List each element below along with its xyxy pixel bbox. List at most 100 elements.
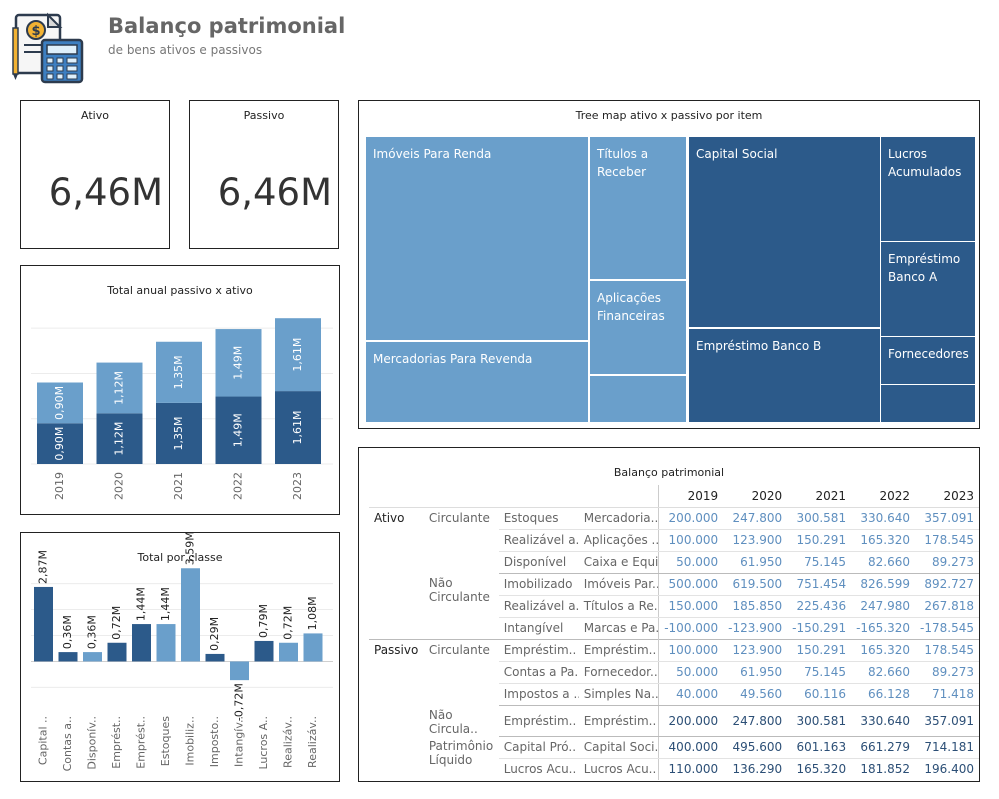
detail-label: Empréstim.. [578,638,660,662]
table-header-row: 2019 2020 2021 2022 2023 [369,485,979,508]
value-cell: 150.000 [658,595,724,618]
treemap-tile[interactable] [880,384,976,423]
kpi-card-passivo[interactable]: Passivo 6,46M [189,100,339,249]
value-cell: 165.320 [851,529,916,552]
value-cell: 619.500 [723,573,788,596]
balance-table: 2019 2020 2021 2022 2023 Ativo Circulante Estoq… [369,485,979,780]
item-label: Estoques [498,507,579,530]
x-tick-label: Intangív.. [233,716,246,767]
balance-table-title: Balanço patrimonial [613,466,725,479]
kpi-value-ativo: 6,46M [48,171,163,214]
treemap-tile-label: Mercadorias Para Revenda [373,352,533,366]
value-cell: 150.291 [787,529,852,552]
treemap-tile[interactable]: Empréstimo Banco A [880,241,976,337]
bar-data-label: -0,72M [233,683,246,721]
bar-data-label: 1,49M [232,413,245,447]
value-cell: 71.418 [915,683,979,706]
year-column-header[interactable]: 2022 [851,485,916,508]
value-cell: 267.818 [915,595,979,618]
treemap-tile[interactable]: Aplicações Financeiras [589,280,687,375]
value-cell: 247.980 [851,595,916,618]
treemap-tile[interactable]: Capital Social [688,136,881,328]
value-cell: 40.000 [658,683,724,706]
bar-data-label: 1,08M [306,596,319,630]
kpi-label-ativo: Ativo [81,109,109,122]
bar [83,652,102,662]
value-cell: 185.850 [723,595,788,618]
value-cell: 181.852 [860,762,911,777]
annual-chart: 0,90M 0,90M 2019 1,12M 1,12M 2020 1,35M 1,35M 20… [31,318,333,500]
item-label: Imobilizado [498,573,579,596]
detail-label: Imóveis Par.. [578,573,660,596]
x-tick-label: Capital .. [37,716,50,765]
treemap-tile[interactable]: Lucros Acumulados [880,136,976,242]
bar [205,653,225,662]
year-column-header[interactable]: 2023 [915,485,979,508]
value-cell: 123.900 [723,638,788,662]
bar [58,652,78,662]
bar [181,568,200,662]
bar-data-label: 0,72M [110,606,123,640]
year-column-header[interactable]: 2021 [787,485,852,508]
value-cell: -178.545 [920,621,974,635]
table-row[interactable]: Não Circula.. Empréstim.. Empréstim.. 200.0… [369,705,979,737]
year-column-header[interactable]: 2019 [658,485,724,508]
item-label: Lucros Acu.. [503,762,577,777]
x-tick-label: Imposto.. [208,716,221,767]
x-tick-label: 2021 [172,472,185,500]
value-cell: 247.800 [723,507,788,530]
bar-data-label: 0,90M [53,386,66,420]
treemap-tile[interactable]: Imóveis Para Renda [365,136,589,341]
detail-label: Marcas e Pa.. [578,617,660,639]
treemap-tile-label: Lucros Acumulados [888,147,962,179]
bar-data-label: 2,87M [37,550,50,584]
table-row[interactable]: Ativo Circulante Estoques Mercadoria.. 200.0… [369,507,979,530]
x-tick-label: Imobiliz.. [184,716,197,766]
treemap-tile[interactable] [589,375,687,423]
value-cell: 50.000 [658,661,724,684]
table-row[interactable]: Patrimônio Líquido Capital Pró.. Capital S… [369,736,979,767]
detail-label: Empréstim.. [578,705,660,737]
table-header-blank [578,485,660,508]
value-cell: 75.145 [787,551,852,574]
value-cell: 165.320 [796,762,847,777]
value-cell: 100.000 [658,529,724,552]
value-cell: 495.600 [723,736,788,759]
value-cell: 89.273 [915,661,979,684]
value-cell: 500.000 [658,573,724,596]
bar-data-label: 0,36M [86,615,99,649]
bar-data-label: 1,49M [232,346,245,380]
subgroup-label: Circulante [423,638,499,705]
value-cell: 601.163 [787,736,852,759]
table-row[interactable]: Passivo Circulante Empréstim.. Empréstim.. 1… [369,638,979,780]
value-cell: 178.545 [915,529,979,552]
item-label: Disponível [498,551,579,574]
treemap-panel: Tree map ativo x passivo por item Imóvei… [358,100,980,429]
group-label: Passivo [369,638,424,780]
value-cell: 82.660 [851,551,916,574]
detail-label: Mercadoria.. [578,507,660,530]
treemap-tile[interactable]: Mercadorias Para Revenda [365,341,589,423]
kpi-card-ativo[interactable]: Ativo 6,46M [20,100,170,249]
treemap-tile[interactable]: Títulos a Receber [589,136,687,280]
value-cell: 178.545 [915,638,979,662]
value-cell: 89.273 [915,551,979,574]
treemap-tile-label: Empréstimo Banco B [696,339,822,353]
value-cell: 200.000 [658,705,724,737]
table-header-blank [369,485,424,508]
year-column-header[interactable]: 2020 [723,485,788,508]
x-tick-label: 2023 [291,472,304,500]
table-row[interactable]: Não Circulante Imobilizado Imóveis Par.. 50… [369,573,979,604]
table-header-blank [498,485,579,508]
item-label: Empréstim.. [498,638,579,662]
group-label: Ativo [374,510,405,525]
value-cell: 61.950 [723,551,788,574]
value-cell: 330.640 [851,507,916,530]
treemap-tile[interactable]: Fornecedores [880,336,976,385]
value-cell: 714.181 [915,736,979,759]
treemap-tile[interactable]: Empréstimo Banco B [688,328,881,423]
class-chart: 2,87M Capital .. 0,36M Contas a.. 0,36M Dispo… [31,533,333,771]
page-title: Balanço patrimonial [108,14,346,38]
value-cell: 330.640 [851,705,916,737]
x-tick-label: Emprést.. [110,716,123,769]
